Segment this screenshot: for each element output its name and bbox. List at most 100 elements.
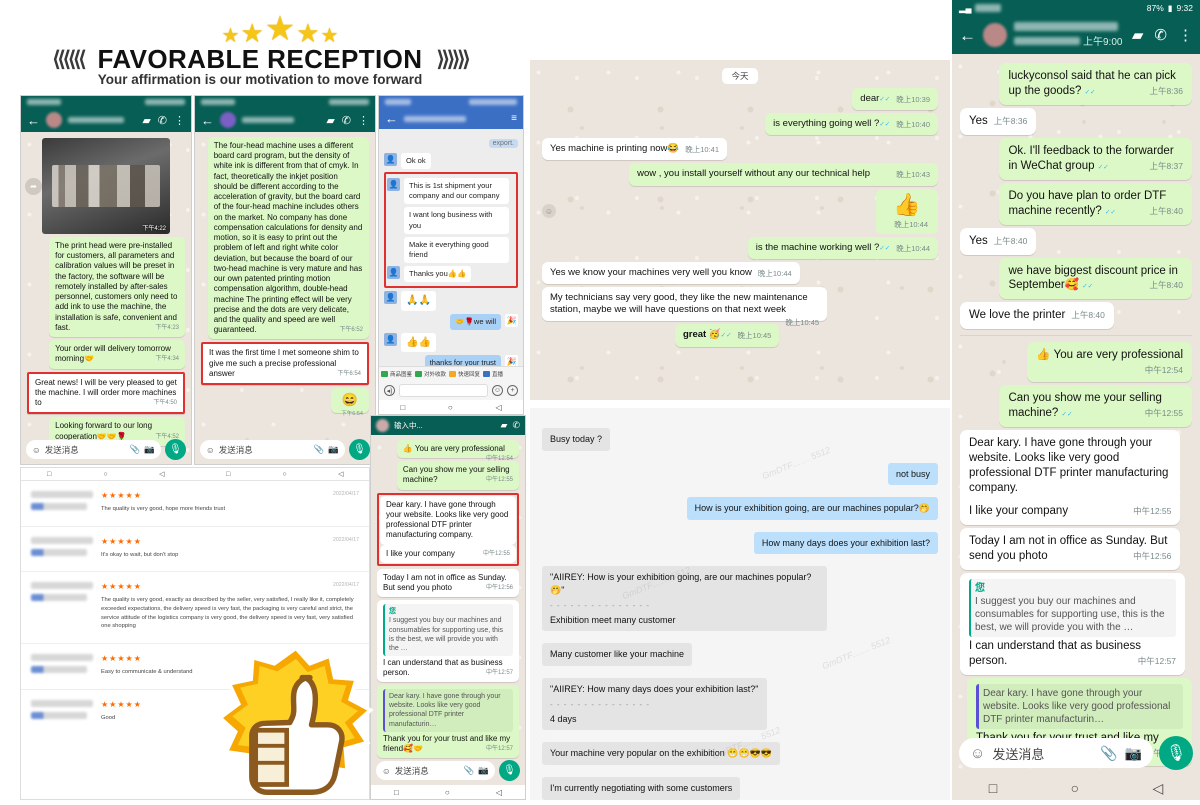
emoji-icon[interactable]: ☺	[970, 745, 985, 762]
camera-icon[interactable]: 📷	[144, 444, 155, 455]
emoji-icon[interactable]: ☺	[32, 445, 41, 455]
nav-square-icon[interactable]: □	[21, 471, 77, 478]
message-time: 中午12:56	[485, 585, 513, 592]
message-input[interactable]: ☺ 发送消息 📎 📷	[376, 761, 495, 780]
emoji-icon[interactable]: ☺	[382, 766, 391, 776]
chat-bubble: luckyconsol said that he can pick up the…	[999, 63, 1192, 105]
overflow-menu-icon[interactable]: ⋮	[358, 114, 369, 127]
message-composer: ◂) ☺ +	[379, 381, 523, 400]
emoji-icon[interactable]: ☺	[206, 445, 215, 455]
back-icon[interactable]: ←	[959, 27, 976, 44]
message-text: wow , you install yourself without any o…	[637, 168, 870, 180]
voice-record-button[interactable]: 🎙	[349, 439, 370, 460]
reviewer-identity	[31, 582, 93, 631]
nav-back-icon[interactable]: ◁	[313, 470, 369, 478]
toolbar-item[interactable]: 快速回复	[449, 370, 480, 378]
star-rating: ★ ★ ★ ★ ★	[210, 6, 350, 46]
nav-circle-icon[interactable]: ○	[256, 471, 312, 478]
phone-call-icon[interactable]: ✆	[158, 114, 167, 127]
nav-circle-icon[interactable]: ○	[1071, 780, 1079, 796]
chat-bubble: Dear kary. I have gone through your webs…	[960, 430, 1181, 525]
video-call-icon[interactable]: ▰	[142, 114, 150, 127]
camera-icon[interactable]: 📷	[328, 444, 339, 455]
voice-record-button[interactable]: 🎙	[1159, 736, 1193, 770]
chat-bubble: we have biggest discount price in Septem…	[999, 257, 1192, 300]
chat-header: ▂▄ 87% ▮ 9:32 ← 上午9:00 ▰ ✆ ⋮	[952, 0, 1200, 54]
nav-circle-icon[interactable]: ○	[445, 788, 450, 797]
toolbar-item[interactable]: 对外收款	[415, 370, 446, 378]
message-time: 上午8:37	[1149, 160, 1183, 171]
title-row: ⟨⟨⟨⟨⟨⟨ FAVORABLE RECEPTION ⟩⟩⟩⟩⟩⟩	[0, 44, 520, 75]
chat-header: ← ≡	[379, 96, 523, 129]
review-date: 2022/04/17	[333, 491, 359, 497]
message-time: 晚上10:45	[785, 318, 820, 328]
message-input[interactable]	[399, 384, 488, 397]
nav-square-icon[interactable]: □	[394, 788, 399, 797]
toolbar-item[interactable]: 商品图鉴	[381, 370, 412, 378]
message-time: 上午8:40	[993, 235, 1028, 246]
emoji-reaction-icon[interactable]: ☺	[542, 204, 556, 219]
chevrons-left-icon: ⟨⟨⟨⟨⟨⟨	[52, 48, 86, 71]
message-text: The four-head machine uses a different b…	[213, 141, 363, 335]
phone-call-icon[interactable]: ✆	[342, 114, 351, 127]
attach-icon[interactable]: 📎	[130, 444, 141, 455]
nav-back-icon[interactable]: ◁	[134, 470, 190, 478]
nav-square-icon[interactable]: □	[400, 403, 405, 412]
attach-icon[interactable]: 📎	[464, 765, 475, 776]
phone-call-icon[interactable]: ✆	[512, 420, 520, 431]
nav-circle-icon[interactable]: ○	[448, 403, 453, 412]
chat-row: I'm currently negotiating with some cust…	[530, 771, 950, 800]
forward-icon[interactable]: ➦	[25, 178, 42, 195]
voice-toggle-icon[interactable]: ◂)	[384, 385, 395, 396]
android-navbar: □ ○ ◁ □ ○ ◁	[21, 468, 369, 481]
page-header: ★ ★ ★ ★ ★ ⟨⟨⟨⟨⟨⟨ FAVORABLE RECEPTION ⟩⟩⟩…	[0, 0, 520, 95]
video-call-icon[interactable]: ▰	[326, 114, 334, 127]
back-icon[interactable]: ←	[385, 112, 398, 125]
chat-bubble: Yes machine is printing now😂 晚上10:41	[542, 138, 728, 161]
message-text: Dear kary. I have gone through your webs…	[969, 437, 1169, 494]
back-icon[interactable]: ←	[27, 114, 40, 127]
voice-record-button[interactable]: 🎙	[499, 760, 520, 781]
wechat-pc-chat-panel: GmDTF…… 5512 GmDTF…… 5512 GmDTF…… 5512 G…	[530, 408, 950, 800]
voice-record-button[interactable]: 🎙	[165, 439, 186, 460]
attach-icon[interactable]: 📎	[314, 444, 325, 455]
highlighted-group: Dear kary. I have gone through your webs…	[377, 492, 519, 566]
nav-square-icon[interactable]: □	[200, 471, 256, 478]
video-message[interactable]: 下午4:22	[42, 138, 170, 234]
phone-call-icon[interactable]: ✆	[1154, 26, 1167, 44]
toolbar-item[interactable]: 直播	[483, 370, 503, 378]
nav-back-icon[interactable]: ◁	[1152, 780, 1163, 797]
camera-icon[interactable]: 📷	[478, 765, 489, 776]
review-stars: ★★★★★	[101, 491, 142, 500]
nav-back-icon[interactable]: ◁	[496, 788, 502, 797]
message-input[interactable]: ☺ 发送消息 📎 📷	[959, 738, 1153, 768]
message-text: I like your company	[386, 548, 455, 558]
message-time: 中午12:57	[485, 670, 513, 677]
emoji-icon[interactable]: ☺	[492, 385, 503, 396]
input-placeholder: 发送消息	[394, 765, 429, 776]
toolbar-label: 快速回复	[458, 372, 481, 378]
typing-status: 输入中...	[394, 421, 423, 430]
toolbar-label: 商品图鉴	[390, 372, 413, 378]
add-more-icon[interactable]: +	[507, 385, 518, 396]
nav-square-icon[interactable]: □	[989, 780, 997, 796]
review-stars: ★★★★★	[101, 536, 142, 546]
overflow-menu-icon[interactable]: ⋮	[1178, 26, 1193, 44]
message-composer: ☺ 发送消息 📎 📷 🎙	[195, 435, 375, 464]
video-call-icon[interactable]: ▰	[1132, 26, 1144, 44]
nav-back-icon[interactable]: ◁	[495, 403, 501, 412]
overflow-menu-icon[interactable]: ⋮	[174, 114, 185, 127]
message-input[interactable]: ☺ 发送消息 📎 📷	[200, 440, 345, 459]
chat-bubble-quoted: "AIIREY: How many days does your exhibit…	[542, 677, 767, 731]
list-menu-icon[interactable]: ≡	[511, 113, 517, 124]
camera-icon[interactable]: 📷	[1125, 745, 1142, 762]
message-input[interactable]: ☺ 发送消息 📎 📷	[26, 440, 161, 459]
attach-icon[interactable]: 📎	[1100, 745, 1117, 762]
message-composer: ☺ 发送消息 📎 📷 🎙	[21, 435, 191, 464]
nav-circle-icon[interactable]: ○	[77, 471, 133, 478]
chat-bubble: Dear kary. I have gone through your webs…	[380, 495, 516, 545]
review-text: The quality is very good, hope more frie…	[101, 506, 226, 512]
video-call-icon[interactable]: ▰	[501, 420, 508, 431]
message-text: The print head were pre-installed for cu…	[55, 241, 178, 332]
back-icon[interactable]: ←	[201, 114, 214, 127]
